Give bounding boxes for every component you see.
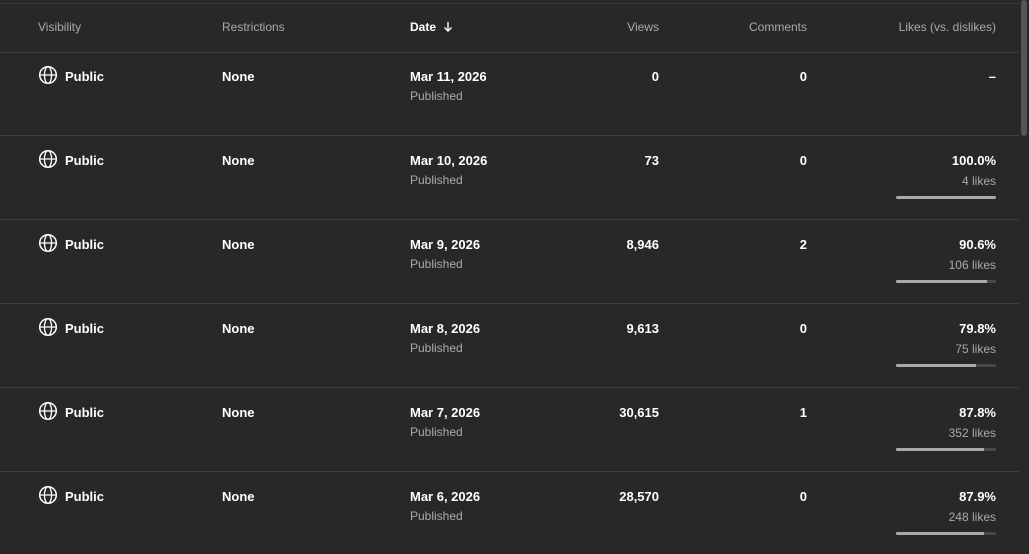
- likes-ratio-fill: [896, 196, 996, 199]
- likes-ratio-bar: [896, 364, 996, 367]
- globe-icon: [38, 149, 58, 169]
- likes-percent: 90.6%: [959, 237, 996, 252]
- visibility-label[interactable]: Public: [65, 153, 104, 168]
- arrow-down-icon: [444, 22, 453, 32]
- likes-count: 248 likes: [948, 510, 996, 524]
- globe-icon: [38, 401, 58, 421]
- likes-percent: 79.8%: [959, 321, 996, 336]
- scrollbar-thumb[interactable]: [1021, 0, 1027, 136]
- likes-percent: –: [988, 69, 996, 84]
- restrictions-value: None: [222, 405, 255, 420]
- views-value: 73: [644, 153, 659, 168]
- likes-count: 75 likes: [955, 342, 996, 356]
- likes-percent: 87.8%: [959, 405, 996, 420]
- publish-status: Published: [410, 509, 463, 523]
- likes-ratio-fill: [896, 532, 984, 535]
- likes-count: 352 likes: [948, 426, 996, 440]
- views-value: 8,946: [626, 237, 659, 252]
- column-header-comments[interactable]: Comments: [749, 20, 807, 34]
- table-row[interactable]: Public None Mar 6, 2026 Published 28,570…: [0, 472, 1019, 554]
- globe-icon: [38, 317, 58, 337]
- comments-value: 0: [799, 69, 807, 84]
- table-row[interactable]: Public None Mar 11, 2026 Published 0 0 –: [0, 52, 1019, 136]
- date-value: Mar 10, 2026: [410, 153, 488, 168]
- publish-status: Published: [410, 173, 463, 187]
- comments-value: 1: [799, 405, 807, 420]
- restrictions-value: None: [222, 321, 255, 336]
- column-header-visibility[interactable]: Visibility: [38, 20, 81, 34]
- likes-ratio-bar: [896, 280, 996, 283]
- likes-ratio-bar: [896, 448, 996, 451]
- views-value: 0: [651, 69, 659, 84]
- visibility-label[interactable]: Public: [65, 69, 104, 84]
- video-content-table: Visibility Restrictions Date Views Comme…: [0, 0, 1029, 554]
- column-header-restrictions[interactable]: Restrictions: [222, 20, 285, 34]
- publish-status: Published: [410, 257, 463, 271]
- visibility-label[interactable]: Public: [65, 405, 104, 420]
- table-row[interactable]: Public None Mar 8, 2026 Published 9,613 …: [0, 304, 1019, 388]
- views-value: 28,570: [619, 489, 659, 504]
- restrictions-value: None: [222, 69, 255, 84]
- likes-count: 4 likes: [961, 174, 996, 188]
- likes-ratio-fill: [896, 280, 987, 283]
- vertical-scrollbar[interactable]: [1019, 0, 1029, 554]
- visibility-label[interactable]: Public: [65, 489, 104, 504]
- comments-value: 0: [799, 153, 807, 168]
- table-header: Visibility Restrictions Date Views Comme…: [0, 4, 1019, 53]
- date-value: Mar 6, 2026: [410, 489, 481, 504]
- table-row[interactable]: Public None Mar 10, 2026 Published 73 0 …: [0, 136, 1019, 220]
- column-header-likes[interactable]: Likes (vs. dislikes): [899, 20, 996, 34]
- likes-ratio-bar: [896, 532, 996, 535]
- views-value: 9,613: [626, 321, 659, 336]
- publish-status: Published: [410, 89, 463, 103]
- restrictions-value: None: [222, 237, 255, 252]
- column-header-views[interactable]: Views: [627, 20, 659, 34]
- views-value: 30,615: [619, 405, 659, 420]
- column-header-date-label: Date: [410, 20, 437, 34]
- comments-value: 0: [799, 321, 807, 336]
- visibility-label[interactable]: Public: [65, 237, 104, 252]
- date-value: Mar 8, 2026: [410, 321, 481, 336]
- date-value: Mar 11, 2026: [410, 69, 487, 84]
- table-body: Public None Mar 11, 2026 Published 0 0 –…: [0, 52, 1019, 554]
- date-value: Mar 7, 2026: [410, 405, 481, 420]
- globe-icon: [38, 233, 58, 253]
- likes-count: 106 likes: [948, 258, 996, 272]
- comments-value: 2: [799, 237, 807, 252]
- likes-ratio-fill: [896, 448, 984, 451]
- publish-status: Published: [410, 425, 463, 439]
- publish-status: Published: [410, 341, 463, 355]
- likes-ratio-fill: [896, 364, 976, 367]
- table-row[interactable]: Public None Mar 7, 2026 Published 30,615…: [0, 388, 1019, 472]
- likes-percent: 100.0%: [951, 153, 996, 168]
- restrictions-value: None: [222, 153, 255, 168]
- likes-ratio-bar: [896, 196, 996, 199]
- restrictions-value: None: [222, 489, 255, 504]
- visibility-label[interactable]: Public: [65, 321, 104, 336]
- table-row[interactable]: Public None Mar 9, 2026 Published 8,946 …: [0, 220, 1019, 304]
- globe-icon: [38, 485, 58, 505]
- date-value: Mar 9, 2026: [410, 237, 481, 252]
- comments-value: 0: [799, 489, 807, 504]
- likes-percent: 87.9%: [959, 489, 996, 504]
- globe-icon: [38, 65, 58, 85]
- column-header-date[interactable]: Date: [410, 20, 454, 34]
